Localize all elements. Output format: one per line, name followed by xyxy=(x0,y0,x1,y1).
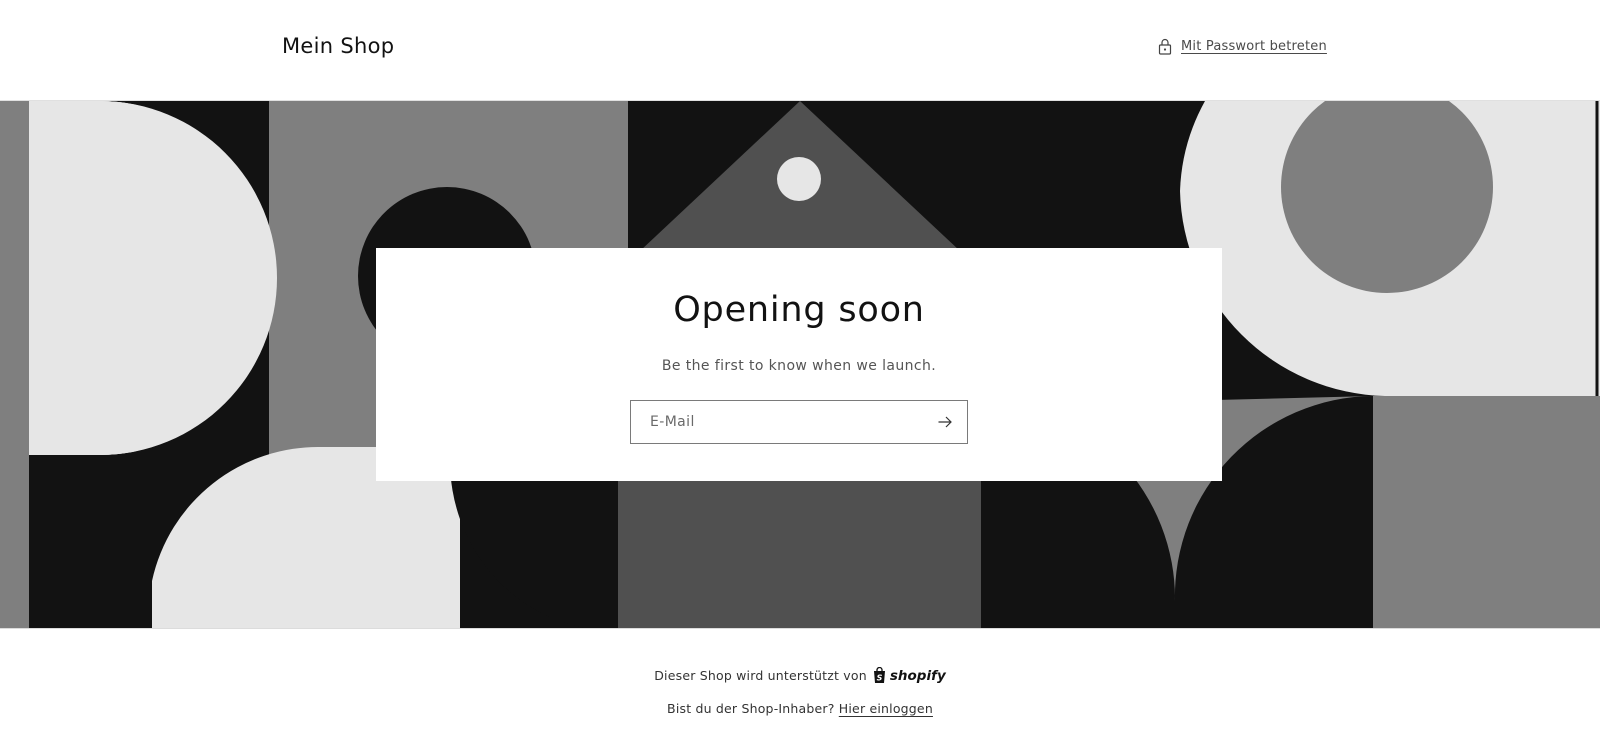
hero-banner: Opening soon Be the first to know when w… xyxy=(0,101,1600,628)
password-link-label: Mit Passwort betreten xyxy=(1181,39,1327,54)
shopify-wordmark: shopify xyxy=(889,667,946,684)
email-input[interactable] xyxy=(631,401,921,443)
powered-by-text: Dieser Shop wird unterstützt von xyxy=(654,668,867,683)
shopify-logo-link[interactable]: S shopify xyxy=(872,667,946,684)
owner-question: Bist du der Shop-Inhaber? xyxy=(667,701,835,716)
owner-login-line: Bist du der Shop-Inhaber? Hier einloggen xyxy=(0,701,1600,716)
header: Mein Shop Mit Passwort betreten xyxy=(0,0,1600,101)
powered-by: Dieser Shop wird unterstützt von S shopi… xyxy=(0,667,1600,684)
opening-title: Opening soon xyxy=(673,290,925,330)
arrow-right-icon xyxy=(938,416,952,428)
opening-subtitle: Be the first to know when we launch. xyxy=(661,358,937,374)
svg-text:S: S xyxy=(876,674,882,683)
password-entry-link[interactable]: Mit Passwort betreten xyxy=(1158,38,1327,55)
footer: Dieser Shop wird unterstützt von S shopi… xyxy=(0,628,1600,756)
opening-card: Opening soon Be the first to know when w… xyxy=(376,248,1222,481)
subscribe-submit-button[interactable] xyxy=(923,401,967,443)
shopify-bag-icon: S xyxy=(873,667,885,683)
shop-name[interactable]: Mein Shop xyxy=(282,34,394,58)
login-link[interactable]: Hier einloggen xyxy=(839,701,933,716)
lock-icon xyxy=(1158,38,1172,55)
email-form xyxy=(630,400,968,444)
